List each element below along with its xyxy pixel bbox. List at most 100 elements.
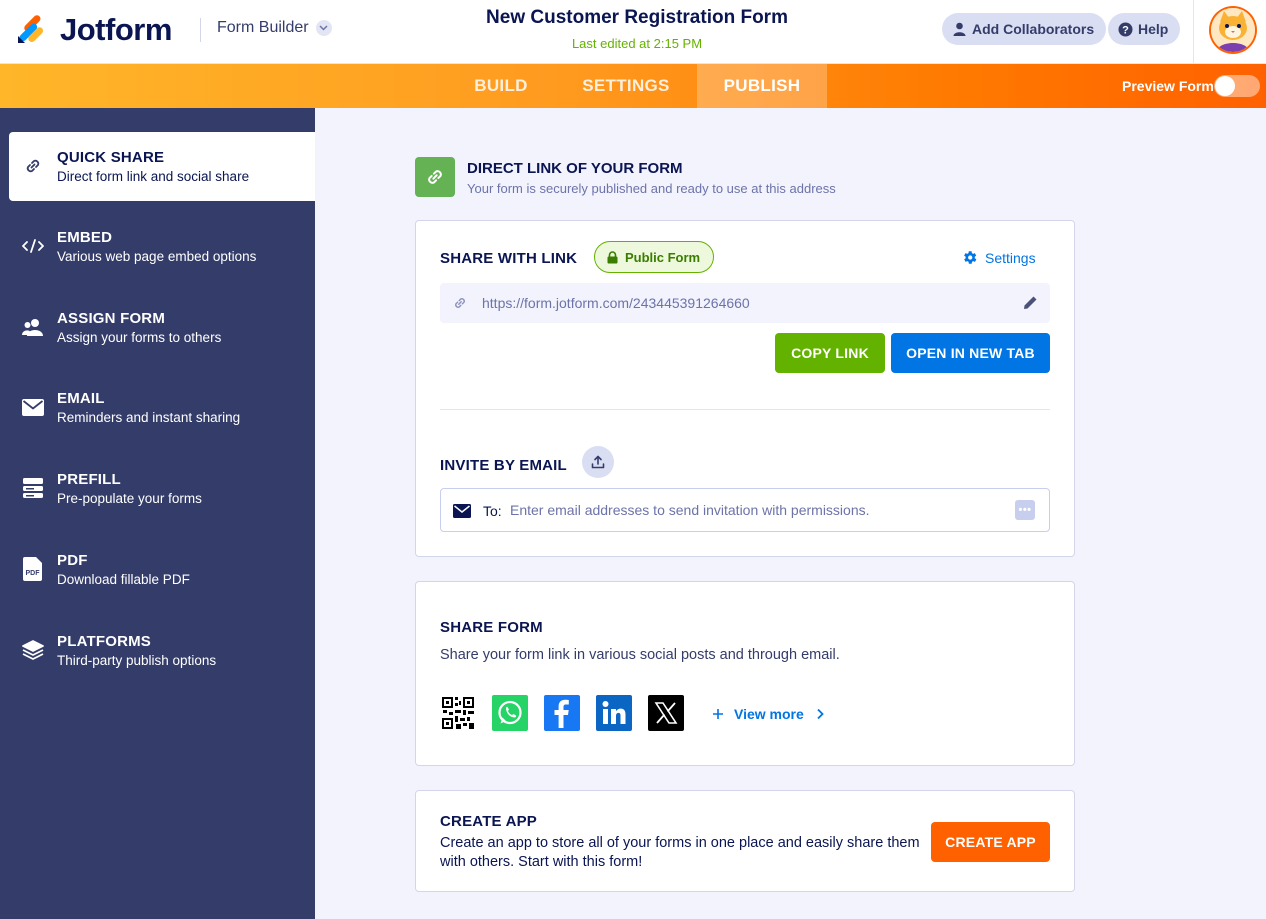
direct-link-title: DIRECT LINK OF YOUR FORM: [467, 160, 683, 177]
sidebar-item-title: ASSIGN FORM: [57, 310, 166, 327]
help-button[interactable]: ? Help: [1108, 13, 1181, 45]
share-form-description: Share your form link in various social p…: [440, 647, 840, 663]
sidebar-item-pdf[interactable]: PDF PDF Download fillable PDF: [9, 535, 315, 604]
form-builder-dropdown[interactable]: Form Builder: [217, 19, 332, 37]
jotform-logo-icon: [16, 15, 46, 45]
sidebar-item-title: PLATFORMS: [57, 633, 152, 650]
public-form-badge[interactable]: Public Form: [594, 241, 715, 273]
qr-code-icon[interactable]: [440, 695, 476, 731]
sidebar-item-subtitle: Reminders and instant sharing: [57, 410, 241, 425]
sidebar-item-title: PREFILL: [57, 471, 121, 488]
invite-email-field[interactable]: To: •••: [440, 488, 1050, 532]
settings-label: Settings: [985, 249, 1036, 266]
form-title-block: New Customer Registration Form Last edit…: [437, 7, 837, 51]
last-edited-status: Last edited at 2:15 PM: [571, 36, 703, 51]
settings-link[interactable]: Settings: [961, 249, 1036, 266]
linkedin-icon[interactable]: [596, 695, 632, 731]
email-to-label: To:: [483, 503, 502, 519]
add-collaborators-button[interactable]: Add Collaborators: [942, 13, 1107, 45]
facebook-icon[interactable]: [544, 695, 580, 731]
user-icon: [951, 21, 967, 37]
form-title[interactable]: New Customer Registration Form: [437, 7, 837, 29]
main-tab-bar: BUILD SETTINGS PUBLISH Preview Form: [0, 64, 1266, 108]
sidebar-item-quick-share[interactable]: QUICK SHARE Direct form link and social …: [9, 132, 315, 201]
top-header: Jotform Form Builder New Customer Regist…: [0, 0, 1266, 64]
avatar[interactable]: [1209, 6, 1257, 54]
sidebar-item-prefill[interactable]: PREFILL Pre-populate your forms: [9, 454, 315, 523]
sidebar-item-title: EMAIL: [57, 390, 105, 407]
x-icon[interactable]: [648, 695, 684, 731]
sidebar-item-subtitle: Various web page embed options: [57, 249, 257, 264]
tab-settings[interactable]: SETTINGS: [567, 64, 685, 108]
add-collaborators-label: Add Collaborators: [972, 21, 1095, 37]
upload-button[interactable]: [582, 446, 614, 478]
share-form-title: SHARE FORM: [440, 619, 543, 636]
tab-publish[interactable]: PUBLISH: [697, 64, 827, 108]
header-divider: [200, 18, 201, 42]
logo-text: Jotform: [60, 12, 172, 47]
cat-avatar-icon: [1211, 8, 1255, 52]
jotform-logo[interactable]: Jotform: [16, 12, 172, 48]
code-icon: [21, 234, 45, 258]
help-icon: ?: [1117, 21, 1133, 37]
plus-icon: [713, 709, 723, 719]
prefill-icon: [21, 476, 45, 500]
pdf-icon: PDF: [21, 557, 45, 581]
sidebar-item-subtitle: Assign your forms to others: [57, 330, 222, 345]
tab-build[interactable]: BUILD: [445, 64, 557, 108]
whatsapp-icon[interactable]: [492, 695, 528, 731]
svg-text:?: ?: [1122, 24, 1129, 36]
form-url: https://form.jotform.com/243445391264660: [482, 295, 750, 311]
sidebar-item-assign-form[interactable]: ASSIGN FORM Assign your forms to others: [9, 293, 315, 362]
link-icon: [21, 154, 45, 178]
chevron-right-icon: [817, 708, 824, 720]
direct-link-subtitle: Your form is securely published and read…: [467, 181, 836, 196]
public-form-label: Public Form: [625, 249, 701, 265]
sidebar-item-embed[interactable]: EMBED Various web page embed options: [9, 212, 315, 281]
link-icon: [455, 298, 465, 308]
publish-sidebar: QUICK SHARE Direct form link and social …: [0, 108, 315, 919]
create-app-button[interactable]: CREATE APP: [931, 822, 1050, 862]
pencil-icon[interactable]: [1023, 295, 1038, 310]
open-new-tab-button[interactable]: OPEN IN NEW TAB: [891, 333, 1050, 373]
sidebar-item-title: QUICK SHARE: [57, 149, 165, 166]
gear-icon: [964, 251, 977, 264]
lock-icon: [607, 250, 618, 263]
header-separator: [1193, 0, 1194, 64]
envelope-icon: [453, 504, 471, 518]
more-options-icon[interactable]: •••: [1015, 500, 1035, 520]
form-builder-label: Form Builder: [217, 19, 309, 36]
sidebar-item-email[interactable]: EMAIL Reminders and instant sharing: [9, 373, 315, 442]
share-link-card: SHARE WITH LINK Public Form Settings htt…: [415, 220, 1075, 557]
sidebar-item-subtitle: Download fillable PDF: [57, 572, 190, 587]
invite-by-email-title: INVITE BY EMAIL: [440, 457, 567, 474]
share-with-link-title: SHARE WITH LINK: [440, 250, 578, 267]
copy-link-button[interactable]: COPY LINK: [775, 333, 885, 373]
envelope-icon: [21, 395, 45, 419]
toggle-knob: [1215, 76, 1235, 96]
users-icon: [21, 315, 45, 339]
form-url-field[interactable]: https://form.jotform.com/243445391264660: [440, 283, 1050, 323]
help-label: Help: [1138, 21, 1169, 37]
create-app-description: Create an app to store all of your forms…: [440, 835, 920, 870]
sidebar-item-subtitle: Direct form link and social share: [57, 169, 250, 184]
sidebar-item-subtitle: Pre-populate your forms: [57, 491, 202, 506]
view-more-label: View more: [734, 706, 804, 722]
email-input[interactable]: [510, 497, 1010, 523]
layers-icon: [21, 638, 45, 662]
create-app-card: CREATE APP Create an app to store all of…: [415, 790, 1075, 892]
sidebar-item-title: EMBED: [57, 229, 113, 246]
section-divider: [440, 409, 1050, 410]
share-form-card: SHARE FORM Share your form link in vario…: [415, 581, 1075, 766]
preview-form-toggle[interactable]: [1214, 75, 1260, 97]
sidebar-item-title: PDF: [57, 552, 88, 569]
create-app-title: CREATE APP: [440, 813, 538, 830]
direct-link-icon: [415, 157, 455, 197]
view-more-link[interactable]: View more: [712, 706, 824, 722]
sidebar-item-subtitle: Third-party publish options: [57, 653, 217, 668]
chevron-down-icon: [315, 20, 332, 36]
preview-form-label: Preview Form: [1122, 78, 1214, 94]
svg-text:PDF: PDF: [26, 570, 41, 577]
upload-icon: [591, 455, 605, 469]
sidebar-item-platforms[interactable]: PLATFORMS Third-party publish options: [9, 616, 315, 685]
